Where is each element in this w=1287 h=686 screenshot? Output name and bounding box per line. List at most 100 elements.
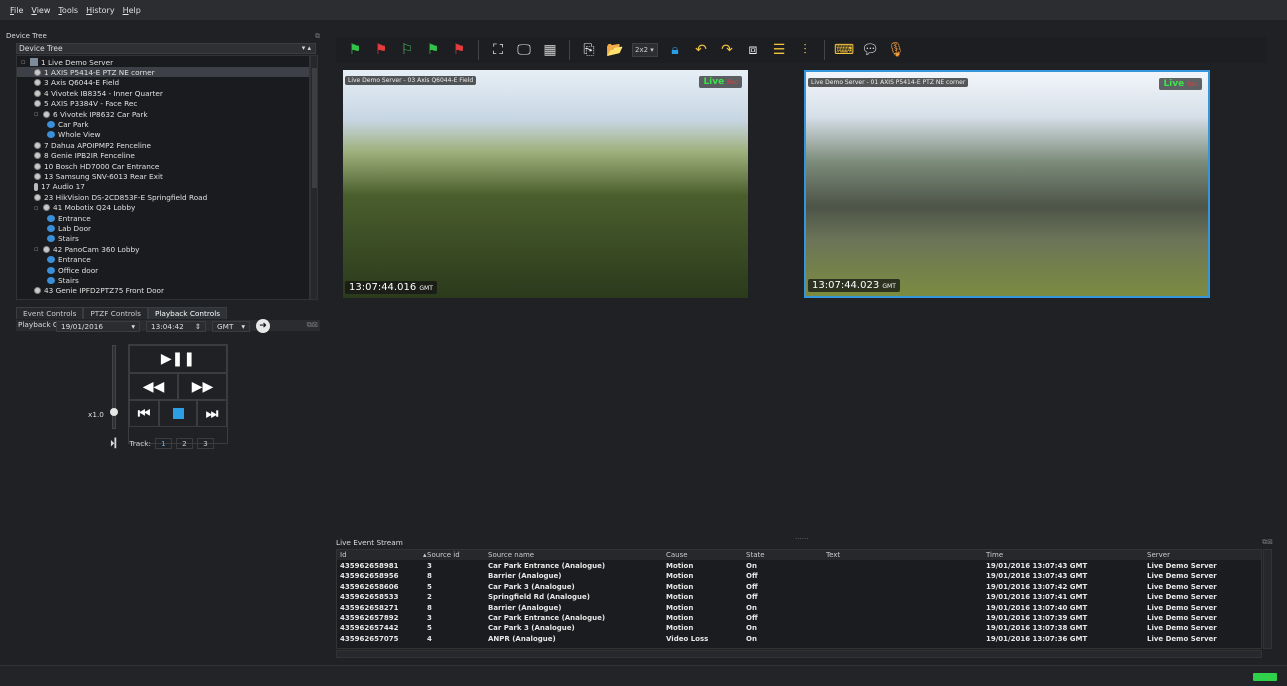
device-tree-scrollbar[interactable] (310, 55, 318, 300)
undo-arrow-icon[interactable]: ↶ (692, 41, 710, 59)
tree-item[interactable]: Stairs (17, 234, 309, 244)
column-header[interactable]: Text (826, 550, 840, 560)
play-pause-button[interactable]: ▶❚❚ (129, 345, 227, 373)
tree-item[interactable]: 5 AXIS P3384V - Face Rec (17, 99, 309, 109)
expand-toggle-icon[interactable]: ▫ (34, 204, 40, 212)
table-row[interactable]: 435962657442 5 Car Park 3 (Analogue) Motion… (337, 623, 1261, 633)
tree-item[interactable]: Office door (17, 265, 309, 275)
tab-event-controls[interactable]: Event Controls (16, 307, 84, 319)
tree-item[interactable]: 8 Genie IPB2IR Fenceline (17, 151, 309, 161)
speed-slider-handle[interactable] (110, 408, 118, 416)
tree-item[interactable]: 10 Bosch HD7000 Car Entrance (17, 161, 309, 171)
step-play-icon[interactable]: ⏵▎ (110, 439, 121, 449)
layout-select[interactable]: 2x2 ▾ (632, 43, 658, 57)
tree-item[interactable]: 1 AXIS P5414-E PTZ NE corner (17, 67, 309, 78)
tree-item[interactable]: 7 Dahua APOIPMP2 Fenceline (17, 140, 309, 150)
fullscreen-icon[interactable]: ⛶ (489, 41, 507, 59)
rewind-button[interactable]: ◀◀ (129, 373, 178, 400)
dock-float-icon[interactable]: ⧉⊠ (1262, 538, 1273, 547)
green-flag-icon[interactable]: ⚑ (346, 41, 364, 59)
red-flag-icon[interactable]: ⚑ (372, 41, 390, 59)
tree-item[interactable]: Entrance (17, 213, 309, 223)
tree-item[interactable]: 13 Samsung SNV-6013 Rear Exit (17, 171, 309, 181)
tree-item[interactable]: Lab Door (17, 223, 309, 233)
expand-toggle-icon[interactable]: ▫ (34, 110, 40, 118)
tab-playback-controls[interactable]: Playback Controls (147, 307, 228, 319)
skip-start-button[interactable]: ⏮ (129, 400, 159, 427)
go-arrow-button[interactable]: ➜ (256, 319, 270, 333)
menu-help[interactable]: Help (123, 6, 141, 15)
track-1-button[interactable]: 1 (154, 438, 172, 449)
track-3-button[interactable]: 3 (196, 438, 214, 449)
redo-arrow-icon[interactable]: ↷ (718, 41, 736, 59)
tree-item[interactable]: ▫ 6 Vivotek IP8632 Car Park (17, 109, 309, 119)
splitter-handle[interactable]: ...... (795, 533, 808, 541)
menu-view[interactable]: View (31, 6, 50, 15)
column-header[interactable]: State (746, 550, 765, 560)
stop-button[interactable] (159, 400, 197, 427)
tree-item[interactable]: ▫ 1 Live Demo Server (17, 57, 309, 67)
expand-toggle-icon[interactable]: ▫ (34, 245, 40, 253)
tree-item[interactable]: Car Park (17, 119, 309, 129)
menu-file[interactable]: File (10, 6, 23, 15)
tree-item[interactable]: 3 Axis Q6044-E Field (17, 78, 309, 88)
tree-item[interactable]: 43 Genie IPFD2PTZ75 Front Door (17, 286, 309, 296)
speech-bubble-icon[interactable]: 💬︎ (861, 41, 879, 59)
lock-icon[interactable]: 🔒︎ (666, 41, 684, 59)
table-row[interactable]: 435962657892 3 Car Park Entrance (Analogue… (337, 613, 1261, 623)
skip-end-button[interactable]: ⏭ (197, 400, 227, 427)
device-tree-selector[interactable]: Device Tree ▾ ▴ (16, 43, 316, 54)
tree-item[interactable]: ▫ 42 PanoCam 360 Lobby (17, 244, 309, 254)
tree-item[interactable]: 17 Audio 17 (17, 182, 309, 192)
fast-forward-button[interactable]: ▶▶ (178, 373, 227, 400)
scrollbar-thumb[interactable] (312, 68, 317, 188)
column-header[interactable]: Source id (427, 550, 460, 560)
table-row[interactable]: 435962658981 3 Car Park Entrance (Analogue… (337, 561, 1261, 571)
dock-float-icon[interactable]: ⧉ (315, 32, 320, 41)
table-row[interactable]: 435962658533 2 Springfield Rd (Analogue) Mo… (337, 592, 1261, 602)
table-row[interactable]: 435962658606 5 Car Park 3 (Analogue) Motion… (337, 582, 1261, 592)
table-row[interactable]: 435962658956 8 Barrier (Analogue) Motion Off… (337, 571, 1261, 581)
table-cell: Car Park Entrance (Analogue) (488, 562, 606, 570)
column-header[interactable]: Time (986, 550, 1003, 560)
grid-select-icon[interactable]: ▦ (541, 41, 559, 59)
dock-float-icon[interactable]: ⧉⊠ (307, 320, 318, 330)
folder-icon[interactable]: 📂 (606, 41, 624, 59)
mixer-icon[interactable]: ⫶ (796, 41, 814, 59)
tab-ptzf-controls[interactable]: PTZF Controls (83, 307, 148, 319)
menu-tools[interactable]: Tools (58, 6, 78, 15)
expand-toggle-icon[interactable]: ▫ (21, 58, 27, 66)
track-2-button[interactable]: 2 (175, 438, 193, 449)
playback-pad: ▶❚❚ ◀◀ ▶▶ ⏮ ⏭ (128, 344, 228, 444)
tree-item[interactable]: 4 Vivotek IB8354 - Inner Quarter (17, 88, 309, 98)
event-table-hscrollbar[interactable] (336, 650, 1262, 658)
tree-item[interactable]: 23 HikVision DS-2CD853F-E Springfield Ro… (17, 192, 309, 202)
column-header[interactable]: Cause (666, 550, 688, 560)
event-table-scrollbar[interactable] (1263, 549, 1272, 649)
monitor-icon[interactable]: 🖵 (515, 41, 533, 59)
tree-item[interactable]: Entrance (17, 255, 309, 265)
network-flag-icon[interactable]: ⚐ (398, 41, 416, 59)
menu-history[interactable]: History (86, 6, 114, 15)
list-settings-icon[interactable]: ☰ (770, 41, 788, 59)
red-flag-play-icon[interactable]: ⚑ (450, 41, 468, 59)
column-header[interactable]: Server (1147, 550, 1170, 560)
video-pane-2[interactable]: Live Demo Server - 01 AXIS P5414-E PTZ N… (804, 70, 1210, 298)
speed-slider[interactable] (112, 345, 116, 429)
mic-mute-icon[interactable]: 🎙︎ (887, 41, 905, 59)
column-header[interactable]: Source name (488, 550, 534, 560)
snapshot-icon[interactable]: ⧈ (744, 41, 762, 59)
video-pane-1[interactable]: Live Demo Server - 03 Axis Q6044-E Field… (343, 70, 748, 298)
export-icon[interactable]: ⎘ (580, 41, 598, 59)
date-picker[interactable]: 19/01/2016 ▾ (56, 320, 140, 332)
green-flag-play-icon[interactable]: ⚑ (424, 41, 442, 59)
tree-item[interactable]: Stairs (17, 275, 309, 285)
column-header[interactable]: Id (340, 550, 347, 560)
tree-item[interactable]: ▫ 41 Mobotix Q24 Lobby (17, 203, 309, 213)
time-spinner[interactable]: 13:04:42 ⇕ (146, 320, 206, 332)
table-row[interactable]: 435962658271 8 Barrier (Analogue) Motion On 1… (337, 603, 1261, 613)
table-row[interactable]: 435962657075 4 ANPR (Analogue) Video Loss On… (337, 634, 1261, 644)
timezone-select[interactable]: GMT ▾ (212, 320, 250, 332)
tree-item[interactable]: Whole View (17, 130, 309, 140)
keyboard-icon[interactable]: ⌨ (834, 41, 854, 59)
